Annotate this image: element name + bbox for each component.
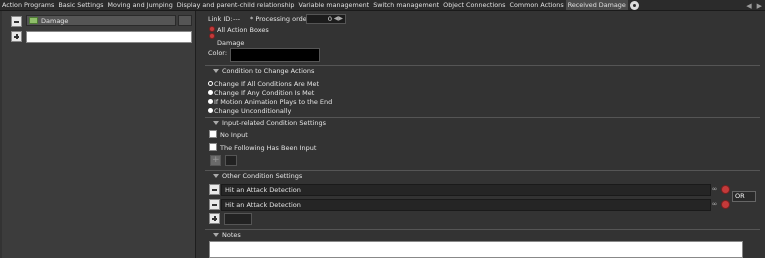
link-icon[interactable]: ∞ <box>710 185 719 194</box>
notes-textarea[interactable] <box>209 241 743 258</box>
damage-label: Damage <box>217 39 245 47</box>
input-section-header[interactable]: Input-related Condition Settings <box>205 117 760 128</box>
action-list-panel: Damage <box>2 11 196 258</box>
condition-row[interactable]: Hit an Attack Detection <box>221 199 711 211</box>
remove-action-button[interactable] <box>11 16 22 27</box>
all-action-boxes-icon[interactable] <box>209 26 215 32</box>
condition-section-header[interactable]: Condition to Change Actions <box>205 65 760 76</box>
tab-basic-settings[interactable]: Basic Settings <box>56 0 105 10</box>
tab-object-connections[interactable]: Object Connections <box>441 0 507 10</box>
no-input-checkbox[interactable] <box>209 130 217 138</box>
input-section-title: Input-related Condition Settings <box>222 119 326 127</box>
notes-section-title: Notes <box>222 231 241 239</box>
all-action-boxes-label: All Action Boxes <box>217 26 269 34</box>
radio-unconditionally-label: Change Unconditionally <box>214 107 292 115</box>
action-color-swatch <box>29 17 38 24</box>
add-action-button[interactable] <box>11 31 22 42</box>
color-label: Color: <box>208 49 228 57</box>
gear-icon[interactable] <box>629 0 639 10</box>
link-id-label: Link ID: <box>208 15 233 23</box>
add-condition-button[interactable] <box>209 213 220 224</box>
tab-switch-management[interactable]: Switch management <box>371 0 441 10</box>
radio-motion-end[interactable] <box>208 99 213 104</box>
condition-row[interactable]: Hit an Attack Detection <box>221 184 711 196</box>
arrow-left-icon[interactable]: ◀ <box>746 2 751 10</box>
notes-section-header[interactable]: Notes <box>205 229 760 240</box>
delete-condition-icon[interactable] <box>721 200 730 209</box>
radio-unconditionally[interactable] <box>208 108 213 113</box>
action-list-item-label: Damage <box>41 17 69 25</box>
add-input-button[interactable]: + <box>210 155 221 166</box>
delete-condition-icon[interactable] <box>721 185 730 194</box>
input-key-field[interactable] <box>225 155 237 166</box>
collapse-triangle-icon <box>213 233 219 237</box>
following-input-checkbox[interactable] <box>209 143 217 151</box>
radio-any-condition[interactable] <box>208 90 213 95</box>
processing-order-stepper[interactable]: 0 ◀▶ <box>306 14 346 24</box>
collapse-triangle-icon <box>213 174 219 178</box>
tab-display-parent-child[interactable]: Display and parent-child relationship <box>175 0 297 10</box>
tab-variable-management[interactable]: Variable management <box>296 0 371 10</box>
stepper-arrows-icon[interactable]: ◀▶ <box>334 15 343 22</box>
action-list-item-extra[interactable] <box>178 15 192 26</box>
link-icon[interactable]: ∞ <box>710 200 719 209</box>
tab-action-programs[interactable]: Action Programs <box>0 0 56 10</box>
tab-nav-arrows: ◀ ▶ <box>746 0 762 10</box>
new-condition-field[interactable] <box>224 213 252 225</box>
action-settings-panel: Link ID: --- * Processing order: 0 ◀▶ Al… <box>205 11 765 258</box>
remove-condition-button[interactable] <box>209 184 220 195</box>
color-picker-field[interactable] <box>230 48 320 62</box>
new-action-name-input[interactable] <box>26 31 192 43</box>
collapse-triangle-icon <box>213 121 219 125</box>
processing-order-label: * Processing order: <box>250 15 312 23</box>
condition-operator-select[interactable]: OR <box>732 191 756 202</box>
tab-common-actions[interactable]: Common Actions <box>508 0 566 10</box>
condition-operator-value: OR <box>735 192 745 200</box>
plus-icon: + <box>212 155 220 165</box>
processing-order-value: 0 <box>327 15 332 23</box>
tab-moving-and-jumping[interactable]: Moving and Jumping <box>106 0 175 10</box>
remove-condition-button[interactable] <box>209 199 220 210</box>
other-section-header[interactable]: Other Condition Settings <box>205 170 760 181</box>
action-list-item[interactable]: Damage <box>26 15 176 26</box>
collapse-triangle-icon <box>213 69 219 73</box>
damage-toggle-icon[interactable] <box>209 33 215 39</box>
tab-bar: Action Programs Basic Settings Moving an… <box>0 0 765 11</box>
condition-label: Hit an Attack Detection <box>225 201 301 209</box>
link-id-value: --- <box>233 15 241 23</box>
tab-received-damage[interactable]: Received Damage <box>565 0 628 10</box>
radio-motion-end-label: If Motion Animation Plays to the End <box>214 98 333 106</box>
no-input-label: No Input <box>220 131 248 139</box>
following-input-label: The Following Has Been Input <box>220 144 317 152</box>
condition-label: Hit an Attack Detection <box>225 186 301 194</box>
radio-any-condition-label: Change If Any Condition Is Met <box>214 89 315 97</box>
radio-all-conditions-label: Change If All Conditions Are Met <box>214 80 320 88</box>
arrow-right-icon[interactable]: ▶ <box>757 2 762 10</box>
radio-all-conditions[interactable] <box>208 81 213 86</box>
other-section-title: Other Condition Settings <box>222 172 303 180</box>
condition-section-title: Condition to Change Actions <box>222 67 315 75</box>
